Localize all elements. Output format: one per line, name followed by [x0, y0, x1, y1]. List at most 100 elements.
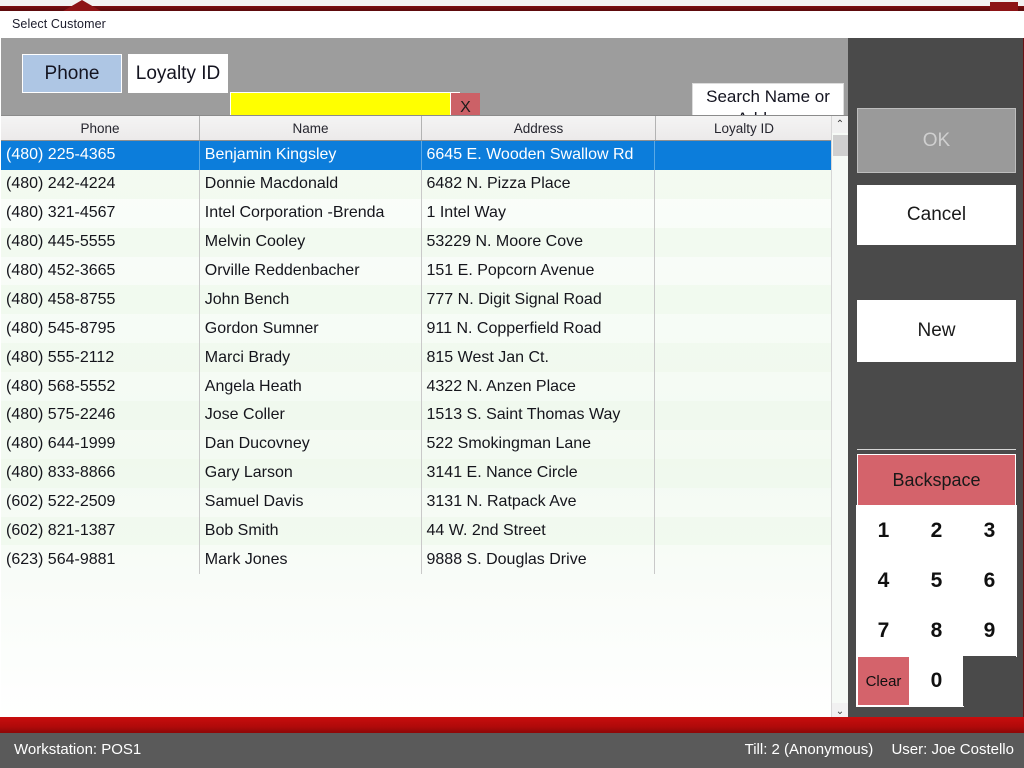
table-row[interactable]: (480) 568-5552 Angela Heath 4322 N. Anzen …: [1, 372, 831, 402]
cell-phone: (602) 522-2509: [1, 487, 200, 517]
table-row[interactable]: (480) 575-2246 Jose Coller 1513 S. Saint T…: [1, 401, 831, 430]
numeric-keypad: Backspace 1 2 3 4 5 6 7 8 9 Clear 0: [856, 454, 1017, 707]
cell-name: Benjamin Kingsley: [200, 141, 422, 170]
cell-phone: (480) 555-2112: [1, 343, 200, 373]
status-user: User: Joe Costello: [891, 741, 1014, 758]
cell-loyalty-id: [655, 517, 831, 546]
key-0[interactable]: 0: [909, 655, 964, 707]
table-row[interactable]: (480) 545-8795 Gordon Sumner 911 N. Copper…: [1, 314, 831, 344]
key-5[interactable]: 5: [909, 555, 964, 607]
scrollbar-thumb[interactable]: [833, 135, 848, 156]
cell-loyalty-id: [655, 401, 831, 430]
dialog-title: Select Customer: [12, 17, 106, 31]
table-row[interactable]: (480) 458-8755 John Bench 777 N. Digit Sig…: [1, 285, 831, 315]
cell-phone: (480) 321-4567: [1, 198, 200, 228]
key-1[interactable]: 1: [856, 505, 911, 557]
cell-loyalty-id: [655, 372, 831, 401]
backspace-button[interactable]: Backspace: [857, 454, 1016, 506]
desktop-top-strip: [0, 0, 1024, 6]
column-header-loyalty-id[interactable]: Loyalty ID: [656, 116, 832, 140]
table-row[interactable]: (480) 321-4567 Intel Corporation -Brenda 1…: [1, 198, 831, 228]
cell-name: Mark Jones: [200, 545, 422, 575]
cell-address: 6645 E. Wooden Swallow Rd: [422, 141, 656, 170]
cell-address: 777 N. Digit Signal Road: [422, 285, 656, 315]
cell-address: 9888 S. Douglas Drive: [422, 545, 656, 575]
tab-loyalty-id[interactable]: Loyalty ID: [128, 54, 228, 93]
table-row[interactable]: (480) 445-5555 Melvin Cooley 53229 N. Moor…: [1, 227, 831, 257]
grid-vertical-scrollbar[interactable]: ⌃ ⌄: [831, 116, 848, 719]
table-row[interactable]: (602) 522-2509 Samuel Davis 3131 N. Ratpac…: [1, 487, 831, 517]
cell-phone: (480) 644-1999: [1, 429, 200, 459]
table-row[interactable]: (480) 833-8866 Gary Larson 3141 E. Nance C…: [1, 458, 831, 488]
keypad-row-4: Clear 0: [856, 655, 1016, 707]
table-row[interactable]: (480) 644-1999 Dan Ducovney 522 Smokingman…: [1, 429, 831, 459]
cell-phone: (480) 545-8795: [1, 314, 200, 344]
status-bar: Workstation: POS1 Till: 2 (Anonymous) Us…: [0, 733, 1024, 768]
cell-name: Intel Corporation -Brenda: [200, 198, 422, 228]
cell-address: 6482 N. Pizza Place: [422, 169, 656, 199]
ok-button[interactable]: OK: [857, 108, 1016, 173]
cancel-button[interactable]: Cancel: [857, 185, 1016, 245]
cell-name: John Bench: [200, 285, 422, 315]
cell-loyalty-id: [655, 170, 831, 199]
column-header-address[interactable]: Address: [422, 116, 656, 140]
table-row[interactable]: (623) 564-9881 Mark Jones 9888 S. Douglas …: [1, 545, 831, 575]
status-till: Till: 2 (Anonymous): [744, 741, 874, 758]
select-customer-dialog: Select Customer Phone Loyalty ID X Searc…: [0, 11, 1024, 720]
table-row[interactable]: (480) 225-4365 Benjamin Kingsley 6645 E. W…: [1, 141, 831, 170]
cell-name: Donnie Macdonald: [200, 169, 422, 199]
cell-loyalty-id: [655, 314, 831, 343]
cell-name: Samuel Davis: [200, 487, 422, 517]
cell-address: 44 W. 2nd Street: [422, 516, 656, 546]
cell-loyalty-id: [655, 141, 831, 170]
key-3[interactable]: 3: [962, 505, 1017, 557]
cell-loyalty-id: [655, 257, 831, 286]
cell-loyalty-id: [655, 228, 831, 257]
key-8[interactable]: 8: [909, 605, 964, 657]
key-7[interactable]: 7: [856, 605, 911, 657]
scroll-up-arrow-icon[interactable]: ⌃: [832, 116, 848, 133]
cell-phone: (480) 225-4365: [1, 141, 200, 170]
keypad-row-1: 1 2 3: [856, 505, 1017, 557]
table-row[interactable]: (480) 242-4224 Donnie Macdonald 6482 N. Pi…: [1, 169, 831, 199]
cell-address: 53229 N. Moore Cove: [422, 227, 656, 257]
column-header-name[interactable]: Name: [200, 116, 422, 140]
cell-name: Angela Heath: [200, 372, 422, 402]
key-2[interactable]: 2: [909, 505, 964, 557]
cell-name: Gordon Sumner: [200, 314, 422, 344]
column-header-phone[interactable]: Phone: [1, 116, 200, 140]
table-row[interactable]: (480) 452-3665 Orville Reddenbacher 151 E.…: [1, 256, 831, 286]
key-4[interactable]: 4: [856, 555, 911, 607]
keypad-row-2: 4 5 6: [856, 555, 1017, 607]
tab-phone[interactable]: Phone: [22, 54, 122, 93]
cell-name: Melvin Cooley: [200, 227, 422, 257]
cell-name: Gary Larson: [200, 458, 422, 488]
cell-phone: (480) 575-2246: [1, 401, 200, 430]
cell-loyalty-id: [655, 459, 831, 488]
key-6[interactable]: 6: [962, 555, 1017, 607]
clear-button[interactable]: Clear: [856, 655, 911, 707]
table-row[interactable]: (480) 555-2112 Marci Brady 815 West Jan Ct…: [1, 343, 831, 373]
new-button[interactable]: New: [857, 300, 1016, 362]
cell-phone: (480) 568-5552: [1, 372, 200, 402]
grid-header-row: Phone Name Address Loyalty ID: [1, 116, 848, 141]
cell-address: 1513 S. Saint Thomas Way: [422, 401, 656, 430]
cell-address: 4322 N. Anzen Place: [422, 372, 656, 402]
cell-name: Jose Coller: [200, 401, 422, 430]
cell-phone: (602) 821-1387: [1, 516, 200, 546]
cell-name: Dan Ducovney: [200, 429, 422, 459]
search-toolbar: Phone Loyalty ID X Search Name or Addres…: [1, 38, 848, 133]
cell-phone: (480) 242-4224: [1, 169, 200, 199]
cell-loyalty-id: [655, 430, 831, 459]
cell-address: 522 Smokingman Lane: [422, 429, 656, 459]
action-panel: OK Cancel New Backspace 1 2 3 4 5 6 7 8 …: [848, 38, 1024, 720]
cell-name: Bob Smith: [200, 516, 422, 546]
key-9[interactable]: 9: [962, 605, 1017, 657]
dialog-titlebar: Select Customer: [1, 12, 1023, 38]
cell-loyalty-id: [655, 343, 831, 372]
table-row[interactable]: (602) 821-1387 Bob Smith 44 W. 2nd Street: [1, 516, 831, 546]
cell-address: 151 E. Popcorn Avenue: [422, 256, 656, 286]
keypad-empty-slot: [963, 656, 1016, 706]
cell-address: 911 N. Copperfield Road: [422, 314, 656, 344]
cell-loyalty-id: [655, 199, 831, 228]
